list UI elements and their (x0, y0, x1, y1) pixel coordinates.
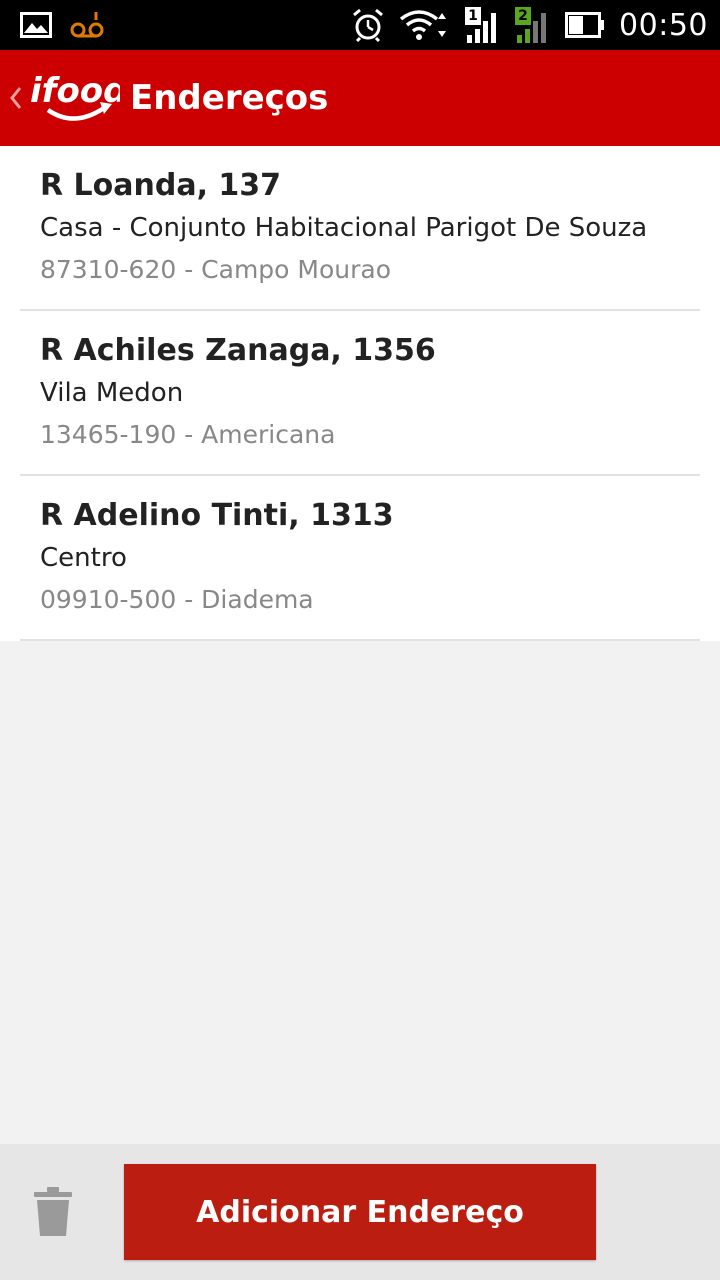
status-clock: 00:50 (619, 7, 708, 43)
address-neighborhood: Centro (40, 543, 127, 573)
trash-icon[interactable] (30, 1186, 76, 1238)
alarm-icon (353, 8, 383, 42)
sim2-signal-icon: 2 (515, 7, 551, 43)
address-item[interactable]: R Achiles Zanaga, 1356 Vila Medon 13465-… (0, 311, 720, 476)
bottom-bar: Adicionar Endereço (0, 1144, 720, 1280)
address-item[interactable]: R Loanda, 137 Casa - Conjunto Habitacion… (0, 146, 720, 311)
status-left-icons (20, 10, 104, 40)
address-zip-city: 13465-190 - Americana (40, 420, 336, 449)
address-street: R Achiles Zanaga, 1356 (40, 333, 436, 368)
add-address-button[interactable]: Adicionar Endereço (124, 1164, 596, 1260)
sim1-signal-icon: 1 (465, 7, 501, 43)
address-neighborhood: Vila Medon (40, 378, 184, 408)
address-list: R Loanda, 137 Casa - Conjunto Habitacion… (0, 146, 720, 641)
divider (20, 639, 700, 641)
back-chevron-icon[interactable] (6, 80, 26, 116)
ifood-logo[interactable]: ifood (28, 70, 128, 126)
address-neighborhood: Casa - Conjunto Habitacional Parigot De … (40, 213, 648, 243)
address-zip-city: 09910-500 - Diadema (40, 585, 314, 614)
app-bar: ifood Endereços (0, 50, 720, 146)
status-right-icons: 1 2 00:50 (351, 6, 708, 44)
gallery-icon (20, 12, 52, 38)
voicemail-icon (70, 12, 104, 38)
address-street: R Loanda, 137 (40, 168, 282, 203)
battery-icon (565, 12, 605, 38)
page-title: Endereços (130, 78, 329, 118)
address-item[interactable]: R Adelino Tinti, 1313 Centro 09910-500 -… (0, 476, 720, 641)
status-bar: 1 2 00:50 (0, 0, 720, 50)
address-zip-city: 87310-620 - Campo Mourao (40, 255, 392, 284)
wifi-icon (399, 10, 447, 40)
address-street: R Adelino Tinti, 1313 (40, 498, 394, 533)
